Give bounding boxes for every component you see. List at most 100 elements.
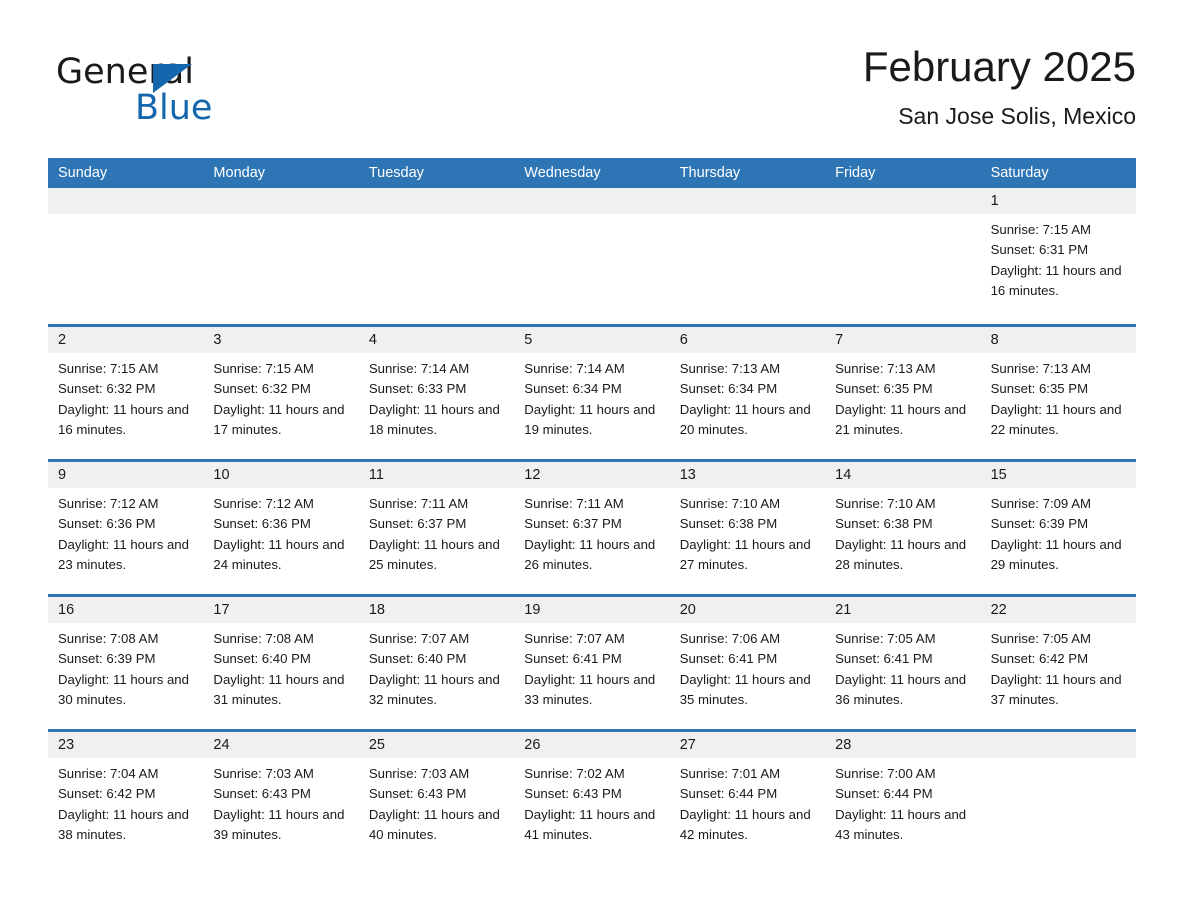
day-cell[interactable]: 12 Sunrise: 7:11 AM Sunset: 6:37 PM Dayligh…	[514, 462, 670, 594]
day-number: 19	[514, 597, 670, 623]
sunset-text: Sunset: 6:44 PM	[679, 786, 778, 802]
day-cell[interactable]: 5 Sunrise: 7:14 AM Sunset: 6:34 PM Daylight…	[514, 327, 670, 459]
day-cell[interactable]: 13 Sunrise: 7:10 AM Sunset: 6:38 PM Dayligh…	[669, 462, 826, 594]
sunrise-text: Sunrise: 7:12 AM	[213, 496, 314, 511]
sunset-text: Sunset: 6:39 PM	[58, 651, 156, 667]
day-number: 15	[980, 462, 1136, 488]
day-details	[514, 214, 669, 220]
day-cell[interactable]: 19 Sunrise: 7:07 AM Sunset: 6:41 PM Dayligh…	[514, 597, 670, 729]
day-cell-empty	[669, 188, 826, 324]
sunrise-text: Sunrise: 7:07 AM	[524, 631, 625, 646]
day-cell[interactable]: 18 Sunrise: 7:07 AM Sunset: 6:40 PM Dayligh…	[358, 597, 515, 729]
calendar-week-row: 9 Sunrise: 7:12 AM Sunset: 6:36 PM Daylight…	[48, 459, 1136, 594]
day-cell[interactable]: 21 Sunrise: 7:05 AM Sunset: 6:41 PM Dayligh…	[825, 597, 981, 729]
day-cell[interactable]: 22 Sunrise: 7:05 AM Sunset: 6:42 PM Dayligh…	[980, 597, 1136, 729]
day-number: 24	[203, 732, 359, 758]
sunset-text: Sunset: 6:42 PM	[990, 651, 1089, 667]
sunrise-text: Sunrise: 7:13 AM	[679, 361, 781, 376]
sunrise-text: Sunrise: 7:08 AM	[213, 631, 314, 646]
day-number: 25	[358, 732, 515, 758]
daylight-text: Daylight: 11 hours and 17 minutes.	[213, 401, 345, 437]
day-details	[359, 214, 514, 220]
daylight-text: Daylight: 11 hours and 37 minutes.	[990, 671, 1122, 707]
sunrise-text: Sunrise: 7:11 AM	[524, 496, 624, 511]
day-cell[interactable]: 8 Sunrise: 7:13 AM Sunset: 6:35 PM Daylight…	[980, 327, 1136, 459]
day-cell[interactable]: 14 Sunrise: 7:10 AM Sunset: 6:38 PM Dayligh…	[825, 462, 981, 594]
day-number: 14	[825, 462, 981, 488]
daylight-text: Daylight: 11 hours and 25 minutes.	[368, 536, 500, 572]
day-number: 5	[514, 327, 670, 353]
day-cell[interactable]: 9 Sunrise: 7:12 AM Sunset: 6:36 PM Daylight…	[48, 462, 204, 594]
sunrise-text: Sunrise: 7:03 AM	[368, 766, 470, 781]
weekday-header-thursday: Thursday	[679, 165, 741, 181]
day-cell[interactable]: 2 Sunrise: 7:15 AM Sunset: 6:32 PM Daylight…	[48, 327, 204, 459]
day-details: Sunrise: 7:15 AM Sunset: 6:32 PM Daylight:…	[48, 353, 203, 440]
day-cell[interactable]: 25 Sunrise: 7:03 AM Sunset: 6:43 PM Dayligh…	[358, 732, 515, 864]
daylight-text: Daylight: 11 hours and 16 minutes.	[990, 262, 1122, 298]
daylight-text: Daylight: 11 hours and 30 minutes.	[58, 671, 189, 707]
daylight-text: Daylight: 11 hours and 27 minutes.	[679, 536, 811, 572]
day-number	[980, 732, 1136, 758]
daylight-text: Daylight: 11 hours and 22 minutes.	[990, 401, 1122, 437]
day-details: Sunrise: 7:14 AM Sunset: 6:34 PM Daylight:…	[514, 353, 669, 440]
daylight-text: Daylight: 11 hours and 21 minutes.	[835, 401, 967, 437]
sunrise-text: Sunrise: 7:08 AM	[58, 631, 159, 646]
day-cell[interactable]: 17 Sunrise: 7:08 AM Sunset: 6:40 PM Dayligh…	[203, 597, 359, 729]
calendar-week-row: 2 Sunrise: 7:15 AM Sunset: 6:32 PM Daylight…	[48, 324, 1136, 459]
day-details: Sunrise: 7:09 AM Sunset: 6:39 PM Daylight:…	[981, 488, 1136, 575]
day-number: 27	[669, 732, 826, 758]
sunrise-text: Sunrise: 7:15 AM	[58, 361, 159, 376]
daylight-text: Daylight: 11 hours and 43 minutes.	[835, 806, 967, 842]
day-cell[interactable]: 1 Sunrise: 7:15 AM Sunset: 6:31 PM Daylight…	[980, 188, 1136, 324]
daylight-text: Daylight: 11 hours and 32 minutes.	[368, 671, 500, 707]
day-cell[interactable]: 23 Sunrise: 7:04 AM Sunset: 6:42 PM Dayligh…	[48, 732, 204, 864]
day-details: Sunrise: 7:13 AM Sunset: 6:34 PM Daylight:…	[670, 353, 825, 440]
sunset-text: Sunset: 6:31 PM	[990, 242, 1089, 258]
day-number	[669, 188, 826, 214]
day-number: 11	[358, 462, 515, 488]
weekday-header-friday: Friday	[835, 165, 876, 181]
day-number: 20	[669, 597, 826, 623]
day-cell[interactable]: 20 Sunrise: 7:06 AM Sunset: 6:41 PM Dayligh…	[669, 597, 826, 729]
daylight-text: Daylight: 11 hours and 35 minutes.	[679, 671, 811, 707]
sunrise-text: Sunrise: 7:13 AM	[835, 361, 936, 376]
sunrise-text: Sunrise: 7:00 AM	[835, 766, 936, 781]
title-block: February 2025 San Jose Solis, Mexico	[863, 40, 1136, 132]
day-cell[interactable]: 10 Sunrise: 7:12 AM Sunset: 6:36 PM Dayligh…	[203, 462, 359, 594]
day-cell[interactable]: 28 Sunrise: 7:00 AM Sunset: 6:44 PM Dayligh…	[825, 732, 981, 864]
day-details: Sunrise: 7:08 AM Sunset: 6:39 PM Daylight:…	[48, 623, 203, 710]
day-cell[interactable]: 24 Sunrise: 7:03 AM Sunset: 6:43 PM Dayligh…	[203, 732, 359, 864]
sunset-text: Sunset: 6:33 PM	[368, 381, 467, 397]
day-details: Sunrise: 7:07 AM Sunset: 6:41 PM Daylight:…	[514, 623, 669, 710]
sunset-text: Sunset: 6:41 PM	[524, 651, 622, 667]
day-cell[interactable]: 4 Sunrise: 7:14 AM Sunset: 6:33 PM Daylight…	[358, 327, 515, 459]
day-details	[981, 758, 1136, 764]
day-details	[48, 214, 203, 220]
day-cell[interactable]: 27 Sunrise: 7:01 AM Sunset: 6:44 PM Dayligh…	[669, 732, 826, 864]
day-cell[interactable]: 3 Sunrise: 7:15 AM Sunset: 6:32 PM Daylight…	[203, 327, 359, 459]
day-cell[interactable]: 26 Sunrise: 7:02 AM Sunset: 6:43 PM Dayligh…	[514, 732, 670, 864]
weekday-header-wednesday: Wednesday	[524, 165, 601, 181]
sunrise-text: Sunrise: 7:15 AM	[990, 222, 1091, 237]
day-cell[interactable]: 7 Sunrise: 7:13 AM Sunset: 6:35 PM Daylight…	[825, 327, 981, 459]
day-cell[interactable]: 16 Sunrise: 7:08 AM Sunset: 6:39 PM Dayligh…	[48, 597, 204, 729]
sunrise-text: Sunrise: 7:04 AM	[58, 766, 159, 781]
day-details: Sunrise: 7:03 AM Sunset: 6:43 PM Daylight:…	[203, 758, 358, 845]
day-details: Sunrise: 7:15 AM Sunset: 6:32 PM Daylight:…	[203, 353, 358, 440]
day-number: 8	[980, 327, 1136, 353]
general-blue-logo[interactable]: General Blue	[56, 52, 276, 130]
day-cell-empty	[825, 188, 981, 324]
sunrise-text: Sunrise: 7:15 AM	[213, 361, 314, 376]
sunset-text: Sunset: 6:41 PM	[679, 651, 778, 667]
daylight-text: Daylight: 11 hours and 40 minutes.	[368, 806, 500, 842]
day-cell[interactable]: 6 Sunrise: 7:13 AM Sunset: 6:34 PM Daylight…	[669, 327, 826, 459]
daylight-text: Daylight: 11 hours and 26 minutes.	[524, 536, 656, 572]
sunset-text: Sunset: 6:37 PM	[368, 516, 467, 532]
weekday-header-row: Sunday Monday Tuesday Wednesday Thursday Frid…	[48, 158, 1136, 188]
day-number	[203, 188, 359, 214]
day-details: Sunrise: 7:05 AM Sunset: 6:42 PM Daylight:…	[981, 623, 1136, 710]
day-cell[interactable]: 11 Sunrise: 7:11 AM Sunset: 6:37 PM Dayligh…	[358, 462, 515, 594]
daylight-text: Daylight: 11 hours and 29 minutes.	[990, 536, 1122, 572]
day-number: 18	[358, 597, 515, 623]
day-cell[interactable]: 15 Sunrise: 7:09 AM Sunset: 6:39 PM Dayligh…	[980, 462, 1136, 594]
